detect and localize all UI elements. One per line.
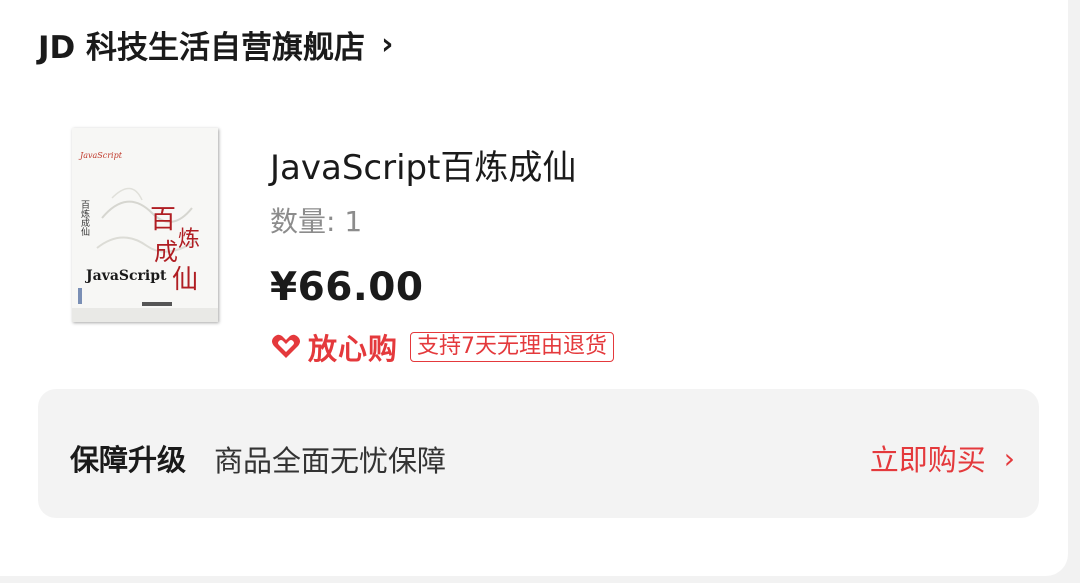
assurance-row[interactable]: 放心购 支持7天无理由退货 bbox=[270, 326, 615, 368]
product-title[interactable]: JavaScript百炼成仙 bbox=[270, 140, 576, 189]
cover-char-4: 仙 bbox=[172, 265, 198, 295]
cover-char-3: 成 bbox=[154, 238, 178, 266]
buy-now-label: 立即购买 bbox=[869, 443, 986, 477]
cover-char-2: 炼 bbox=[178, 227, 200, 252]
protection-upgrade-panel: 保障升级 商品全面无忧保障 立即购买 › bbox=[38, 389, 1039, 518]
order-item-card: JD 科技生活自营旗舰店 › JavaScript 百炼成仙 百 炼 成 仙 J… bbox=[0, 0, 1068, 576]
heart-icon bbox=[272, 334, 300, 358]
book-cover-art: JavaScript 百炼成仙 百 炼 成 仙 JavaScript bbox=[72, 128, 218, 322]
cover-title-cn: 百炼成仙 bbox=[79, 200, 90, 237]
product-price: ¥66.00 bbox=[270, 265, 424, 310]
chevron-right-icon: › bbox=[381, 27, 394, 62]
svg-text:JavaScript: JavaScript bbox=[78, 151, 123, 160]
cover-title-latin: JavaScript bbox=[84, 268, 167, 284]
shop-link[interactable]: JD 科技生活自营旗舰店 › bbox=[38, 22, 393, 67]
shop-name: JD 科技生活自营旗舰店 bbox=[38, 30, 366, 66]
product-cover-image[interactable]: JavaScript 百炼成仙 百 炼 成 仙 JavaScript bbox=[72, 128, 218, 322]
cover-char-1: 百 bbox=[150, 205, 176, 235]
chevron-right-icon: › bbox=[1003, 441, 1015, 475]
assurance-name: 放心购 bbox=[308, 332, 399, 366]
buy-now-button[interactable]: 立即购买 › bbox=[870, 437, 1015, 479]
return-policy-badge: 支持7天无理由退货 bbox=[410, 332, 615, 362]
upgrade-label: 保障升级 bbox=[70, 443, 187, 477]
upgrade-description: 商品全面无忧保障 bbox=[214, 444, 447, 478]
product-quantity: 数量: 1 bbox=[270, 205, 363, 238]
